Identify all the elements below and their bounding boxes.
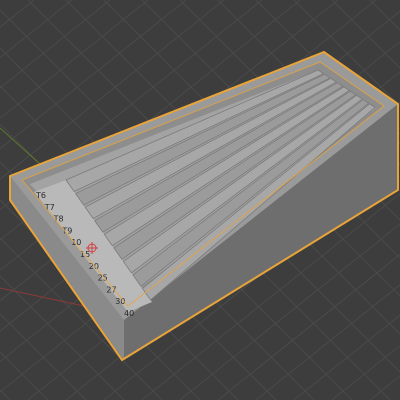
scale-label: T6 <box>35 191 46 200</box>
3d-viewport[interactable]: T6 T7 T8 T9 10 15 20 25 27 30 40 <box>0 0 400 400</box>
scale-label: 40 <box>124 309 134 318</box>
viewport-canvas[interactable]: T6T7T8T910152025273040 <box>0 0 400 400</box>
grid-line <box>0 389 11 400</box>
scale-label: 25 <box>98 274 108 283</box>
selected-tray-object[interactable]: T6T7T8T910152025273040 <box>9 50 399 362</box>
